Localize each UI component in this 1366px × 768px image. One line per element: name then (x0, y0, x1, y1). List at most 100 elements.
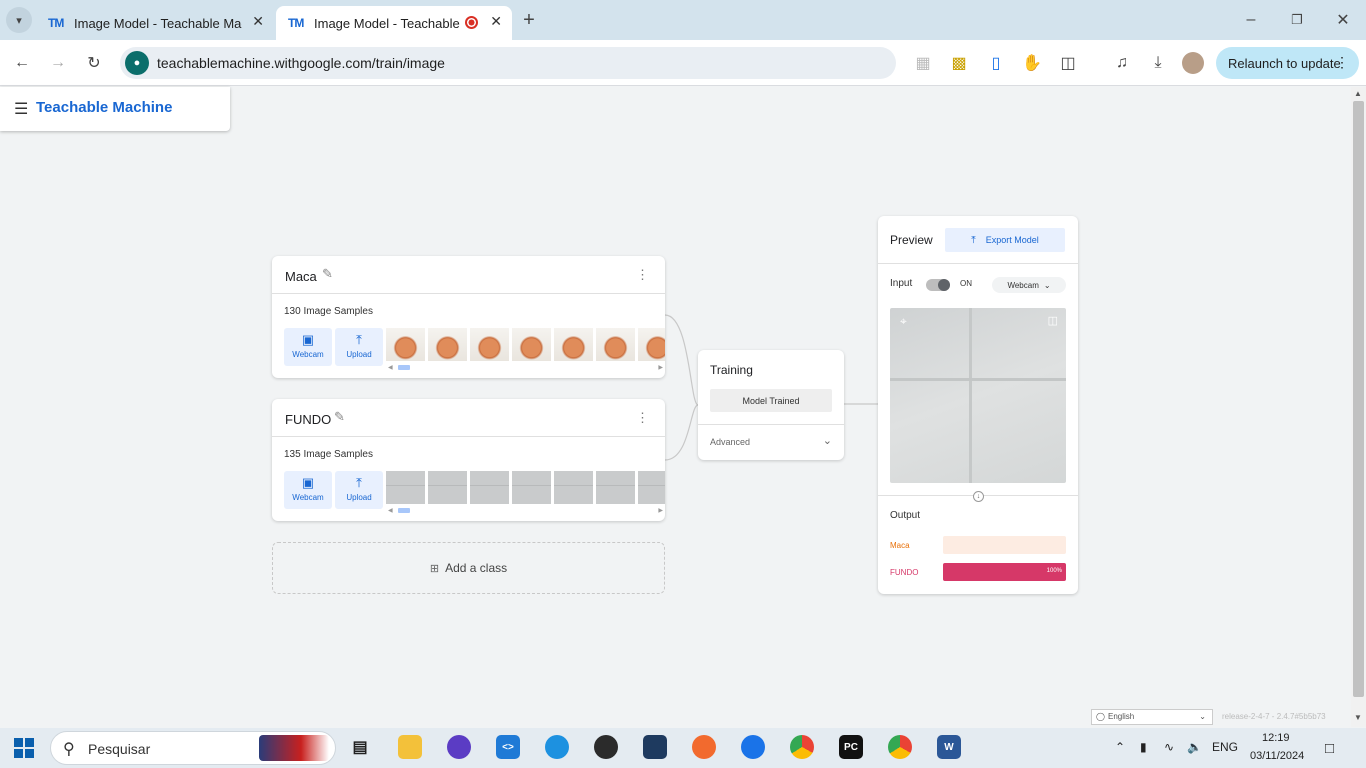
scrollbar-thumb[interactable] (398, 365, 410, 370)
class-name[interactable]: FUNDO (285, 412, 331, 427)
page-scrollbar[interactable]: ▲ ▼ (1351, 87, 1366, 727)
chrome-icon[interactable] (790, 735, 814, 759)
train-button-label: Model Trained (742, 395, 800, 406)
sample-thumbnails[interactable] (386, 328, 665, 361)
class-options-icon[interactable]: ⋮ (636, 267, 649, 283)
chevron-down-icon[interactable]: ⌄ (823, 434, 832, 447)
hamburger-menu-icon[interactable]: ☰ (14, 99, 28, 119)
input-source-select[interactable]: Webcam ⌄ (992, 277, 1066, 293)
media-control-icon[interactable]: ♫ (1109, 50, 1135, 76)
sample-thumbnail[interactable] (638, 328, 665, 361)
clock-time[interactable]: 12:19 (1262, 732, 1290, 744)
postman-icon[interactable] (692, 735, 716, 759)
chevron-up-icon[interactable]: ⌃ (1115, 740, 1125, 754)
extension-icon[interactable]: ▯ (983, 50, 1009, 76)
app-icon[interactable] (447, 735, 471, 759)
download-icon[interactable]: ⤓ (1145, 50, 1171, 76)
tab-search-icon[interactable]: ▾ (6, 7, 32, 33)
vscode-icon[interactable]: <> (496, 735, 520, 759)
class-name[interactable]: Maca (285, 269, 317, 284)
export-model-button[interactable]: ⤒ Export Model (945, 228, 1065, 252)
chrome-active-icon[interactable] (888, 735, 912, 759)
address-bar[interactable]: ● teachablemachine.withgoogle.com/train/… (120, 47, 896, 79)
relaunch-button[interactable]: Relaunch to update ⋮ (1216, 47, 1359, 79)
scrollbar-thumb[interactable] (398, 508, 410, 513)
sample-thumbnail[interactable] (596, 471, 635, 504)
docker-icon[interactable] (545, 735, 569, 759)
sample-thumbnail[interactable] (554, 328, 593, 361)
sample-thumbnail[interactable] (386, 328, 425, 361)
clock-date[interactable]: 03/11/2024 (1250, 750, 1304, 762)
sample-thumbnail[interactable] (428, 471, 467, 504)
pycharm-icon[interactable]: PC (839, 735, 863, 759)
extension-icon[interactable]: ▩ (946, 50, 972, 76)
app-icon[interactable] (741, 735, 765, 759)
sample-thumbnail[interactable] (470, 328, 509, 361)
window-close-icon[interactable]: ✕ (1330, 7, 1356, 33)
word-icon[interactable]: W (937, 735, 961, 759)
scroll-left-icon[interactable]: ◀ (388, 364, 393, 371)
sample-thumbnail[interactable] (428, 328, 467, 361)
scroll-up-icon[interactable]: ▲ (1354, 89, 1362, 98)
app-title[interactable]: Teachable Machine (36, 99, 172, 116)
input-toggle[interactable] (926, 279, 950, 291)
task-view-icon[interactable]: ▤ (348, 735, 372, 759)
language-select[interactable]: ◯ English ⌄ (1091, 709, 1213, 725)
tab-2-active[interactable]: TM Image Model - Teachable Machine ✕ (276, 6, 512, 40)
new-tab-icon[interactable]: + (516, 7, 542, 33)
tab-1[interactable]: TM Image Model - Teachable Machine ✕ (36, 6, 274, 40)
profile-avatar[interactable] (1182, 52, 1204, 74)
sample-thumbnail[interactable] (386, 471, 425, 504)
extension-icon[interactable]: ✋ (1019, 50, 1045, 76)
crop-icon[interactable]: ⌖ (900, 314, 907, 329)
notification-icon[interactable]: □ (1325, 740, 1334, 757)
thumbnail-scrollbar[interactable]: ◀ ▶ (386, 508, 665, 514)
app-icon[interactable] (594, 735, 618, 759)
windows-start-icon[interactable] (14, 738, 34, 758)
sample-thumbnail[interactable] (512, 471, 551, 504)
scroll-right-icon[interactable]: ▶ (658, 507, 663, 514)
flip-icon[interactable]: ◫ (1048, 314, 1058, 327)
scrollbar-thumb[interactable] (1353, 101, 1364, 697)
sample-thumbnail[interactable] (638, 471, 665, 504)
close-icon[interactable]: ✕ (490, 13, 502, 30)
forward-icon[interactable]: → (45, 50, 71, 76)
mysql-workbench-icon[interactable] (643, 735, 667, 759)
extension-icon[interactable]: ▦ (910, 50, 936, 76)
webcam-button[interactable]: ▣ Webcam (284, 328, 332, 366)
divider (698, 424, 844, 425)
scroll-left-icon[interactable]: ◀ (388, 507, 393, 514)
advanced-toggle[interactable]: Advanced (710, 437, 750, 447)
extensions-puzzle-icon[interactable]: ◫ (1055, 50, 1081, 76)
sample-thumbnail[interactable] (554, 471, 593, 504)
wifi-icon[interactable]: ∿ (1164, 740, 1174, 754)
more-menu-icon[interactable]: ⋮ (1335, 54, 1349, 71)
sample-thumbnails[interactable] (386, 471, 665, 504)
reload-icon[interactable]: ↻ (81, 50, 107, 76)
train-model-button[interactable]: Model Trained (710, 389, 832, 412)
upload-button[interactable]: ⤒ Upload (335, 328, 383, 366)
add-class-button[interactable]: ⊞ Add a class (272, 542, 665, 594)
edit-pencil-icon[interactable]: ✎ (334, 409, 345, 425)
class-options-icon[interactable]: ⋮ (636, 410, 649, 426)
sample-thumbnail[interactable] (470, 471, 509, 504)
edit-pencil-icon[interactable]: ✎ (322, 266, 333, 282)
sample-thumbnail[interactable] (512, 328, 551, 361)
back-icon[interactable]: ← (9, 50, 35, 76)
restore-icon[interactable]: ❐ (1284, 7, 1310, 33)
taskbar-search[interactable]: ⚲ Pesquisar (50, 731, 336, 765)
volume-icon[interactable]: 🔈 (1187, 740, 1202, 754)
site-info-icon[interactable]: ● (125, 51, 149, 75)
sample-thumbnail[interactable] (596, 328, 635, 361)
close-icon[interactable]: ✕ (252, 13, 264, 30)
thumbnail-scrollbar[interactable]: ◀ ▶ (386, 365, 665, 371)
scroll-right-icon[interactable]: ▶ (658, 364, 663, 371)
battery-icon[interactable]: ▮ (1140, 740, 1147, 754)
minimize-icon[interactable]: – (1238, 7, 1264, 33)
tab-title: Image Model - Teachable Machine (314, 15, 464, 31)
webcam-button[interactable]: ▣ Webcam (284, 471, 332, 509)
scroll-down-icon[interactable]: ▼ (1354, 713, 1362, 722)
file-explorer-icon[interactable] (398, 735, 422, 759)
upload-button[interactable]: ⤒ Upload (335, 471, 383, 509)
language-indicator[interactable]: ENG (1212, 740, 1238, 754)
